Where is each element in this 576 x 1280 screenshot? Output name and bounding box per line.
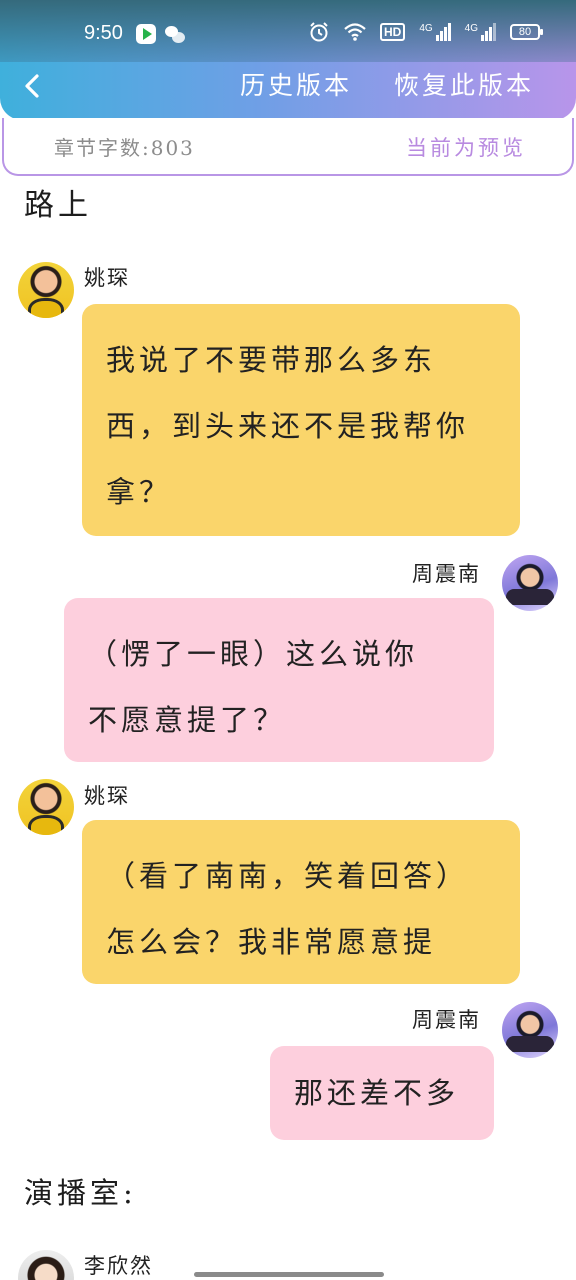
bubble-line: 那还差不多 <box>294 1076 460 1110</box>
play-store-icon <box>136 24 156 44</box>
scene-title: 演播室: <box>24 1176 137 1210</box>
wechat-icon <box>164 24 186 44</box>
speaker-name: 周震南 <box>412 1008 481 1032</box>
signal-4g-2: 4G <box>465 23 496 41</box>
chevron-left-icon <box>25 74 39 98</box>
wifi-icon <box>344 23 366 41</box>
bubble-line: 怎么会？我非常愿意提 <box>106 925 437 959</box>
bubble-line: 西，到头来还不是我帮你 <box>106 409 470 443</box>
battery-icon: 80 <box>510 24 543 40</box>
scene-title: 路上 <box>24 188 92 223</box>
bubble-line: 我说了不要带那么多东 <box>106 343 437 377</box>
avatar-yaochen[interactable] <box>18 779 74 835</box>
avatar-yaochen[interactable] <box>18 262 74 318</box>
signal-4g-1: 4G <box>419 23 451 41</box>
home-indicator[interactable] <box>194 1272 384 1277</box>
back-button[interactable] <box>14 66 50 106</box>
status-time: 9:50 <box>84 22 123 44</box>
status-bar: 9:50 HD 4G 4G 80 <box>0 0 576 62</box>
history-versions-button[interactable]: 历史版本 <box>240 66 352 106</box>
chapter-info-card: 章节字数:803 当前为预览 <box>2 118 574 176</box>
restore-version-button[interactable]: 恢复此版本 <box>394 66 534 106</box>
avatar-lixinran[interactable] <box>18 1250 74 1280</box>
chat-bubble: （愣了一眼）这么说你 不愿意提了？ <box>64 598 494 762</box>
bubble-line: 拿？ <box>106 475 173 509</box>
avatar-zhouzhennan[interactable] <box>502 1002 558 1058</box>
speaker-name: 姚琛 <box>84 266 130 290</box>
chapter-word-count: 章节字数:803 <box>54 136 195 160</box>
bubble-line: 不愿意提了？ <box>88 703 287 737</box>
alarm-icon <box>310 22 328 42</box>
bubble-line: （看了南南，笑着回答） <box>106 859 470 893</box>
speaker-name: 姚琛 <box>84 784 130 808</box>
speaker-name: 李欣然 <box>84 1254 153 1278</box>
avatar-zhouzhennan[interactable] <box>502 555 558 611</box>
chat-bubble: （看了南南，笑着回答） 怎么会？我非常愿意提 <box>82 820 520 984</box>
speaker-name: 周震南 <box>412 562 481 586</box>
status-icons: HD 4G 4G 80 <box>308 22 543 42</box>
hd-indicator: HD <box>379 23 406 41</box>
chat-bubble: 那还差不多 <box>270 1046 494 1140</box>
preview-status-label: 当前为预览 <box>406 136 526 160</box>
bubble-line: （愣了一眼）这么说你 <box>88 637 419 671</box>
chat-bubble: 我说了不要带那么多东 西，到头来还不是我帮你 拿？ <box>82 304 520 536</box>
